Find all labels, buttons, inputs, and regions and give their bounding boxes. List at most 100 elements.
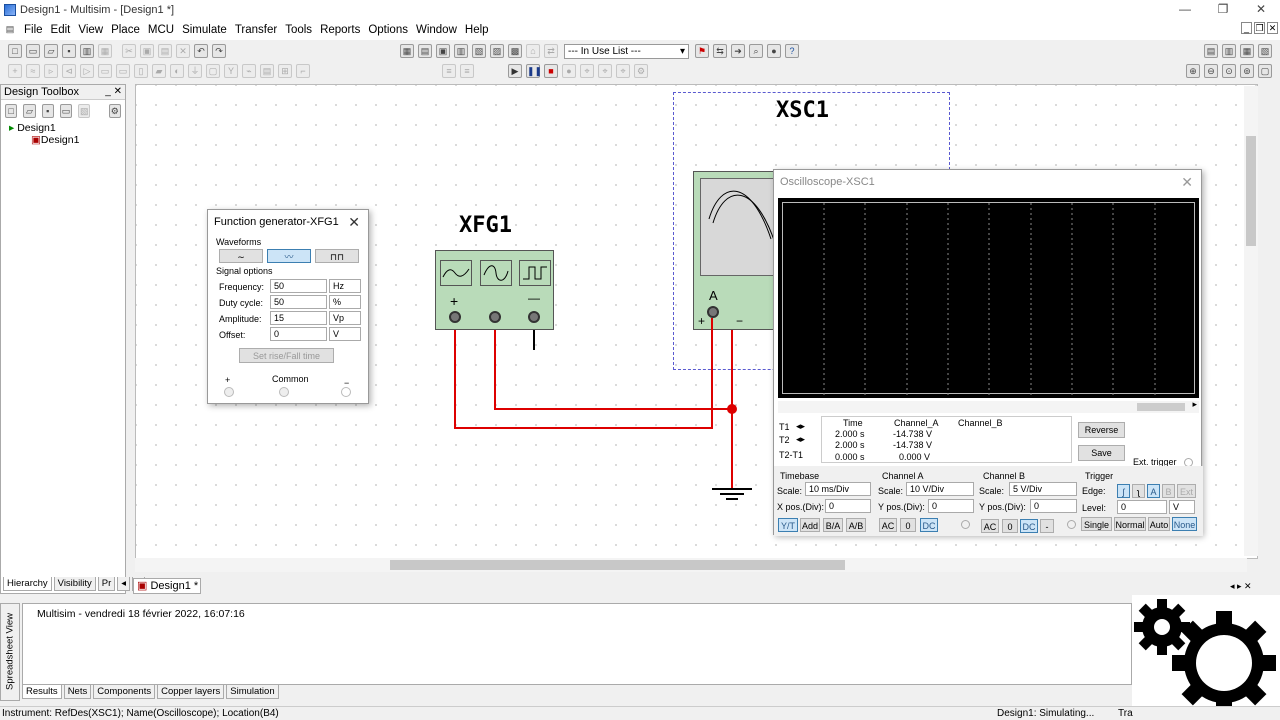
channel-b-zero-button[interactable]: 0 [1002, 519, 1018, 533]
print-preview-icon[interactable]: ▦ [98, 44, 112, 58]
wire-plus-bottom[interactable] [454, 427, 713, 429]
bus-icon[interactable]: ⇄ [544, 44, 558, 58]
copy-icon[interactable]: ▣ [140, 44, 154, 58]
zoom-sheet-icon[interactable]: ⊚ [1240, 64, 1254, 78]
tab-results[interactable]: Results [22, 685, 62, 699]
indicator-icon[interactable]: ◐ [170, 64, 184, 78]
wire-common-horizontal[interactable] [494, 408, 734, 410]
xfg-terminal-minus[interactable] [528, 311, 540, 323]
toolbar-icon-a[interactable]: ▤ [1204, 44, 1218, 58]
scope-display[interactable] [778, 198, 1199, 398]
fgen-plus-terminal[interactable] [224, 387, 234, 397]
edge-falling-button[interactable]: ʅ [1132, 484, 1145, 498]
list-icon-a[interactable]: ≡ [442, 64, 456, 78]
description-icon[interactable]: ▨ [490, 44, 504, 58]
toolbox-delete-icon[interactable]: ▧ [78, 104, 91, 118]
design-toolbox-icon[interactable]: ▦ [400, 44, 414, 58]
probe-settings-icon[interactable]: ⚙ [634, 64, 648, 78]
toolbar-icon-c[interactable]: ▦ [1240, 44, 1254, 58]
menu-options[interactable]: Options [364, 24, 412, 36]
tree-root[interactable]: ▸ Design1 [9, 122, 125, 134]
diode-icon[interactable]: ▹ [44, 64, 58, 78]
menu-simulate[interactable]: Simulate [178, 24, 231, 36]
run-icon[interactable]: ▶ [508, 64, 522, 78]
trigger-source-b-button[interactable]: B [1162, 484, 1175, 498]
channel-b-terminal[interactable] [1067, 520, 1076, 529]
toolbar-icon-d[interactable]: ▧ [1258, 44, 1272, 58]
reverse-button[interactable]: Reverse [1078, 422, 1125, 438]
tab-visibility[interactable]: Visibility [53, 577, 96, 591]
trigger-single-button[interactable]: Single [1081, 517, 1112, 531]
channel-a-terminal[interactable] [961, 520, 970, 529]
scope-close-button[interactable]: ✕ [1181, 170, 1193, 194]
menu-edit[interactable]: Edit [47, 24, 75, 36]
scope-scroll-thumb[interactable] [1137, 403, 1185, 411]
fgen-minus-terminal[interactable] [341, 387, 351, 397]
amplitude-input[interactable]: 15 [270, 311, 327, 325]
basic-icon[interactable]: ≈ [26, 64, 40, 78]
ercheck-icon[interactable]: ⚑ [695, 44, 709, 58]
hier-block-icon[interactable]: ⊞ [278, 64, 292, 78]
offset-unit[interactable]: V [329, 327, 361, 341]
menu-help[interactable]: Help [461, 24, 493, 36]
tab-nav-arrows-icon[interactable]: ◂ ▸ ✕ [1230, 581, 1252, 592]
channel-b-minus-button[interactable]: - [1040, 519, 1054, 533]
wire-scope-a[interactable] [711, 318, 713, 429]
toolbox-settings-icon[interactable]: ⚙ [108, 104, 121, 118]
tab-simulation[interactable]: Simulation [226, 685, 279, 699]
tree-child[interactable]: ▣Design1 [9, 134, 125, 146]
channel-b-ypos-input[interactable]: 0 [1030, 499, 1077, 513]
open-icon[interactable]: ▭ [26, 44, 40, 58]
transistor-icon[interactable]: ⊲ [62, 64, 76, 78]
frequency-unit[interactable]: Hz [329, 279, 361, 293]
mdi-close-button[interactable]: ✕ [1267, 22, 1278, 34]
wire-minus-stub[interactable] [533, 330, 535, 350]
t1-arrows-icon[interactable]: ◂▸ [796, 421, 805, 432]
channel-a-zero-button[interactable]: 0 [900, 518, 916, 532]
wire-common-down[interactable] [494, 330, 496, 410]
reverse-annotate-icon[interactable]: ⇆ [713, 44, 727, 58]
menu-reports[interactable]: Reports [316, 24, 364, 36]
toolbox-save-icon[interactable]: ▪ [41, 104, 54, 118]
toolbox-new-icon[interactable]: □ [5, 104, 18, 118]
timebase-scale-input[interactable]: 10 ms/Div [805, 482, 871, 496]
offset-input[interactable]: 0 [270, 327, 327, 341]
bus-place-icon[interactable]: ⌐ [296, 64, 310, 78]
trigger-none-button[interactable]: None [1172, 517, 1197, 531]
tree-expand-icon[interactable]: ▸ [9, 122, 14, 134]
probe-a-icon[interactable]: ⌖ [580, 64, 594, 78]
canvas-horizontal-scrollbar[interactable] [135, 558, 1247, 572]
probe-icon[interactable]: ● [562, 64, 576, 78]
transfer-icon[interactable]: ➜ [731, 44, 745, 58]
new-icon[interactable]: □ [8, 44, 22, 58]
square-wave-button[interactable]: ⊓⊓ [315, 249, 359, 263]
hierarchy-icon[interactable]: ⌂ [526, 44, 540, 58]
t2-arrows-icon[interactable]: ◂▸ [796, 434, 805, 445]
spreadsheet-icon[interactable]: ▤ [418, 44, 432, 58]
electromech-icon[interactable]: ⌁ [242, 64, 256, 78]
find-icon[interactable]: ⌕ [749, 44, 763, 58]
ttl-icon[interactable]: ▭ [98, 64, 112, 78]
document-icon[interactable]: ▤ [2, 23, 18, 37]
misc-icon[interactable]: ▢ [206, 64, 220, 78]
close-window-button[interactable]: ✕ [1242, 0, 1280, 20]
open-folder-icon[interactable]: ▱ [44, 44, 58, 58]
probe-b-icon[interactable]: ⌖ [598, 64, 612, 78]
grapher-icon[interactable]: ▥ [454, 44, 468, 58]
trigger-normal-button[interactable]: Normal [1114, 517, 1146, 531]
mixed-icon[interactable]: ▰ [152, 64, 166, 78]
wire-to-ground[interactable] [731, 410, 733, 488]
horizontal-scroll-thumb[interactable] [390, 560, 845, 570]
channel-b-dc-button[interactable]: DC [1020, 519, 1038, 533]
in-use-list-select[interactable]: --- In Use List --- [564, 43, 689, 59]
menu-place[interactable]: Place [107, 24, 144, 36]
amplitude-unit[interactable]: Vp [329, 311, 361, 325]
trigger-auto-button[interactable]: Auto [1148, 517, 1170, 531]
database-icon[interactable]: ▣ [436, 44, 450, 58]
channel-b-ac-button[interactable]: AC [981, 519, 999, 533]
scope-scroll-right-icon[interactable]: ▸ [1192, 399, 1197, 410]
fgen-close-button[interactable]: ✕ [348, 210, 360, 234]
postprocessor-icon[interactable]: ▧ [472, 44, 486, 58]
frequency-input[interactable]: 50 [270, 279, 327, 293]
redo-icon[interactable]: ↷ [212, 44, 226, 58]
